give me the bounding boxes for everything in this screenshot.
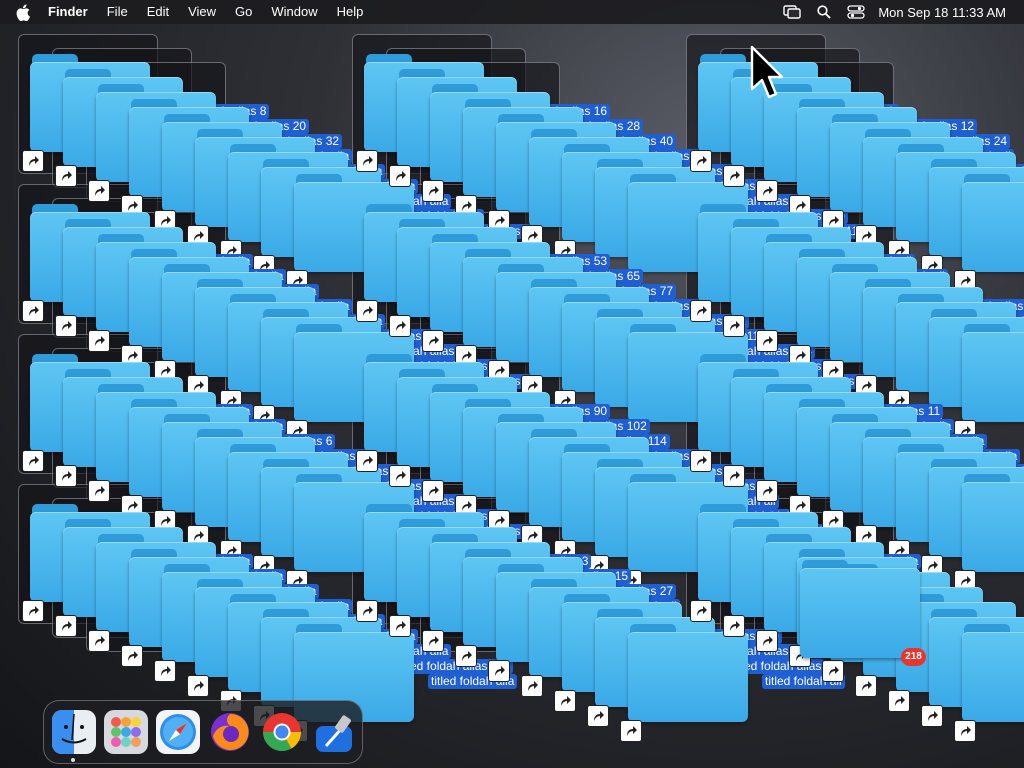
alias-arrow-icon [888,690,910,712]
alias-arrow-icon [422,480,444,502]
finder-dock-icon[interactable] [52,710,96,754]
launchpad-dock-icon[interactable] [104,710,148,754]
alias-arrow-icon [22,450,44,472]
dragged-folder-icon[interactable] [800,560,920,658]
alias-arrow-icon [855,675,877,697]
menu-go[interactable]: Go [235,0,252,24]
safari-dock-icon[interactable] [156,710,200,754]
alias-arrow-icon [723,165,745,187]
alias-arrow-icon [723,315,745,337]
menu-help[interactable]: Help [337,0,364,24]
folder-body [962,332,1024,422]
alias-folder-icon[interactable] [962,324,1024,422]
chrome-dock-icon[interactable] [260,710,304,754]
menu-bar-clock[interactable]: Mon Sep 18 11:33 AM [878,5,1006,20]
alias-arrow-icon [690,150,712,172]
alias-arrow-icon [521,675,543,697]
alias-arrow-icon [389,615,411,637]
folder-body [628,632,748,722]
alias-arrow-icon [690,450,712,472]
alias-arrow-icon [356,450,378,472]
alias-arrow-icon [22,600,44,622]
spotlight-search-icon[interactable] [814,4,834,20]
alias-arrow-icon [554,690,576,712]
alias-arrow-icon [422,630,444,652]
alias-arrow-icon [723,615,745,637]
alias-arrow-icon [822,660,844,682]
folder-body [962,182,1024,272]
alias-arrow-icon [455,645,477,667]
alias-arrow-icon [55,465,77,487]
alias-folder-icon[interactable] [962,624,1024,722]
folder-body [800,568,920,658]
alias-arrow-icon [88,630,110,652]
alias-folder-icon[interactable] [628,624,748,722]
xcode-dock-icon[interactable] [312,710,356,754]
alias-arrow-icon [723,465,745,487]
finder-running-indicator [71,758,75,762]
desktop: titled foldah alias 8titled foldah alias… [0,24,1024,768]
alias-folder-icon[interactable] [962,174,1024,272]
alias-arrow-icon [422,180,444,202]
firefox-dock-icon[interactable] [208,710,252,754]
alias-arrow-icon [356,300,378,322]
menu-finder[interactable]: Finder [48,0,88,24]
screen-mirroring-icon[interactable] [782,4,802,20]
alias-arrow-icon [422,330,444,352]
menu-file[interactable]: File [107,0,128,24]
alias-arrow-icon [389,165,411,187]
alias-arrow-icon [756,180,778,202]
mouse-pointer-icon [750,45,784,106]
alias-arrow-icon [55,315,77,337]
alias-arrow-icon [187,675,209,697]
alias-arrow-icon [356,150,378,172]
folder-body [962,482,1024,572]
alias-arrow-icon [389,315,411,337]
folder-body [962,632,1024,722]
menu-bar: Finder File Edit View Go Window Help Mon… [0,0,1024,24]
alias-arrow-icon [756,480,778,502]
alias-arrow-icon [587,705,609,727]
alias-arrow-icon [620,720,642,742]
alias-arrow-icon [55,165,77,187]
alias-arrow-icon [22,150,44,172]
notification-badge: 218 [901,648,926,666]
alias-arrow-icon [921,705,943,727]
apple-icon[interactable] [16,3,34,21]
alias-arrow-icon [690,300,712,322]
menu-view[interactable]: View [188,0,216,24]
alias-arrow-icon [756,330,778,352]
alias-arrow-icon [356,600,378,622]
alias-arrow-icon [88,180,110,202]
alias-arrow-icon [154,660,176,682]
alias-folder-icon[interactable] [962,474,1024,572]
alias-arrow-icon [22,300,44,322]
alias-arrow-icon [389,465,411,487]
alias-arrow-icon [88,330,110,352]
alias-arrow-icon [756,630,778,652]
control-center-icon[interactable] [846,4,866,20]
alias-arrow-icon [121,645,143,667]
alias-arrow-icon [488,660,510,682]
alias-arrow-icon [55,615,77,637]
alias-arrow-icon [88,480,110,502]
alias-arrow-icon [954,720,976,742]
menu-window[interactable]: Window [271,0,317,24]
dock [43,700,363,764]
menu-edit[interactable]: Edit [147,0,169,24]
alias-arrow-icon [690,600,712,622]
